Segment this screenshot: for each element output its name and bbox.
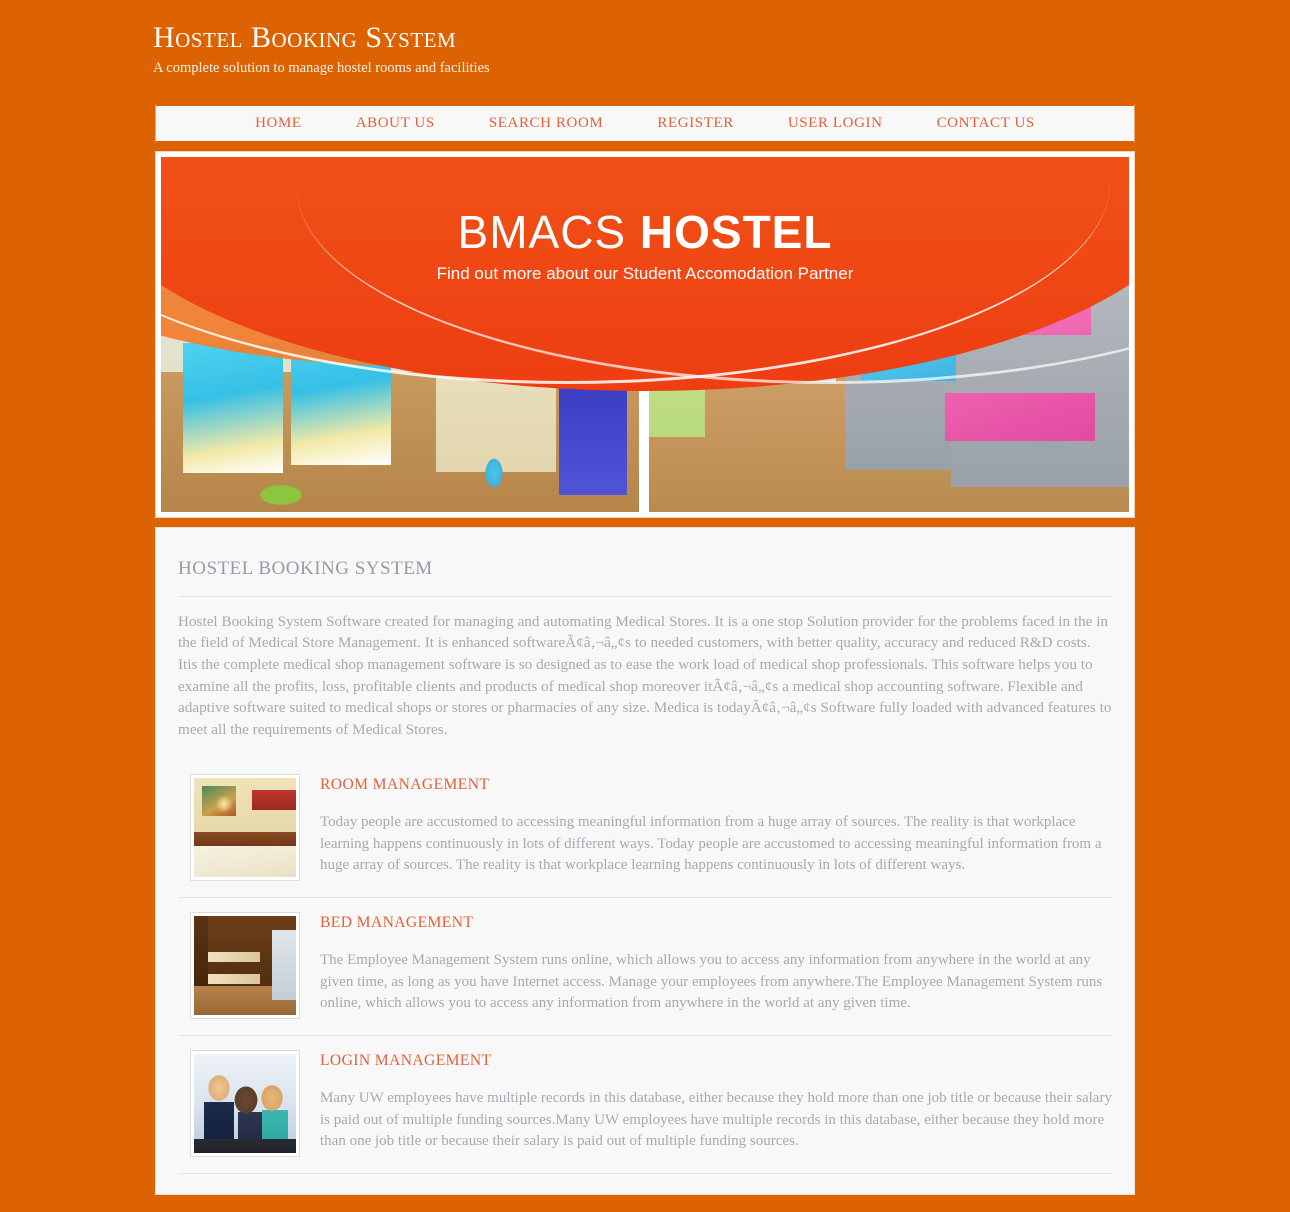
feature-room-management: Room Management Today people are accusto…	[178, 760, 1112, 899]
nav-item-contact-us[interactable]: Contact Us	[910, 115, 1062, 132]
banner-subtitle: Find out more about our Student Accomoda…	[436, 263, 854, 283]
feature-body: Room Management Today people are accusto…	[320, 774, 1112, 876]
banner-text-block: BMACS HOSTEL Find out more about our Stu…	[161, 209, 1129, 284]
feature-body: Login Management Many UW employees have …	[320, 1050, 1112, 1152]
intro-paragraph: Hostel Booking System Software created f…	[178, 612, 1112, 738]
hotel-bedroom-photo	[194, 778, 296, 878]
site-tagline: A complete solution to manage hostel roo…	[153, 59, 490, 76]
nav-item-home[interactable]: Home	[228, 115, 329, 132]
nav-item-register[interactable]: Register	[630, 115, 760, 132]
nav-list: Home About Us Search Room Register User …	[156, 106, 1134, 141]
feature-thumb-frame[interactable]	[190, 774, 300, 882]
nav-item-about-us[interactable]: About Us	[329, 115, 462, 132]
people-at-computer-photo	[194, 1054, 296, 1154]
hero-banner[interactable]: BMACS HOSTEL Find out more about our Stu…	[161, 156, 1129, 512]
page-root: Hostel Booking System A complete solutio…	[0, 0, 1290, 1196]
content-panel: Hostel Booking System Hostel Booking Sys…	[155, 526, 1135, 1196]
site-title: Hostel Booking System	[153, 21, 457, 54]
feature-thumb-frame[interactable]	[190, 1050, 300, 1158]
feature-text-bed-management: The Employee Management System runs onli…	[320, 952, 1103, 1011]
feature-bed-management: Bed Management The Employee Management S…	[178, 898, 1112, 1037]
nav-item-search-room[interactable]: Search Room	[462, 115, 631, 132]
bunk-bed-dorm-photo	[194, 916, 296, 1016]
feature-login-management: Login Management Many UW employees have …	[178, 1036, 1112, 1175]
feature-text-login-management: Many UW employees have multiple records …	[320, 1090, 1112, 1149]
page-title: Hostel Booking System	[178, 558, 1112, 597]
feature-title-login-management[interactable]: Login Management	[320, 1052, 1112, 1070]
nav-item-user-login[interactable]: User Login	[761, 115, 910, 132]
banner-frame: BMACS HOSTEL Find out more about our Stu…	[155, 150, 1135, 518]
feature-text-room-management: Today people are accustomed to accessing…	[320, 814, 1102, 873]
feature-thumb-frame[interactable]	[190, 912, 300, 1020]
site-header: Hostel Booking System A complete solutio…	[0, 0, 1290, 91]
banner-title-thin: BMACS	[457, 205, 627, 258]
feature-body: Bed Management The Employee Management S…	[320, 912, 1112, 1014]
banner-title-bold: HOSTEL	[639, 205, 833, 258]
banner-title: BMACS HOSTEL	[161, 209, 1129, 255]
feature-title-room-management[interactable]: Room Management	[320, 776, 1112, 794]
main-navigation: Home About Us Search Room Register User …	[155, 102, 1135, 144]
feature-title-bed-management[interactable]: Bed Management	[320, 914, 1112, 932]
